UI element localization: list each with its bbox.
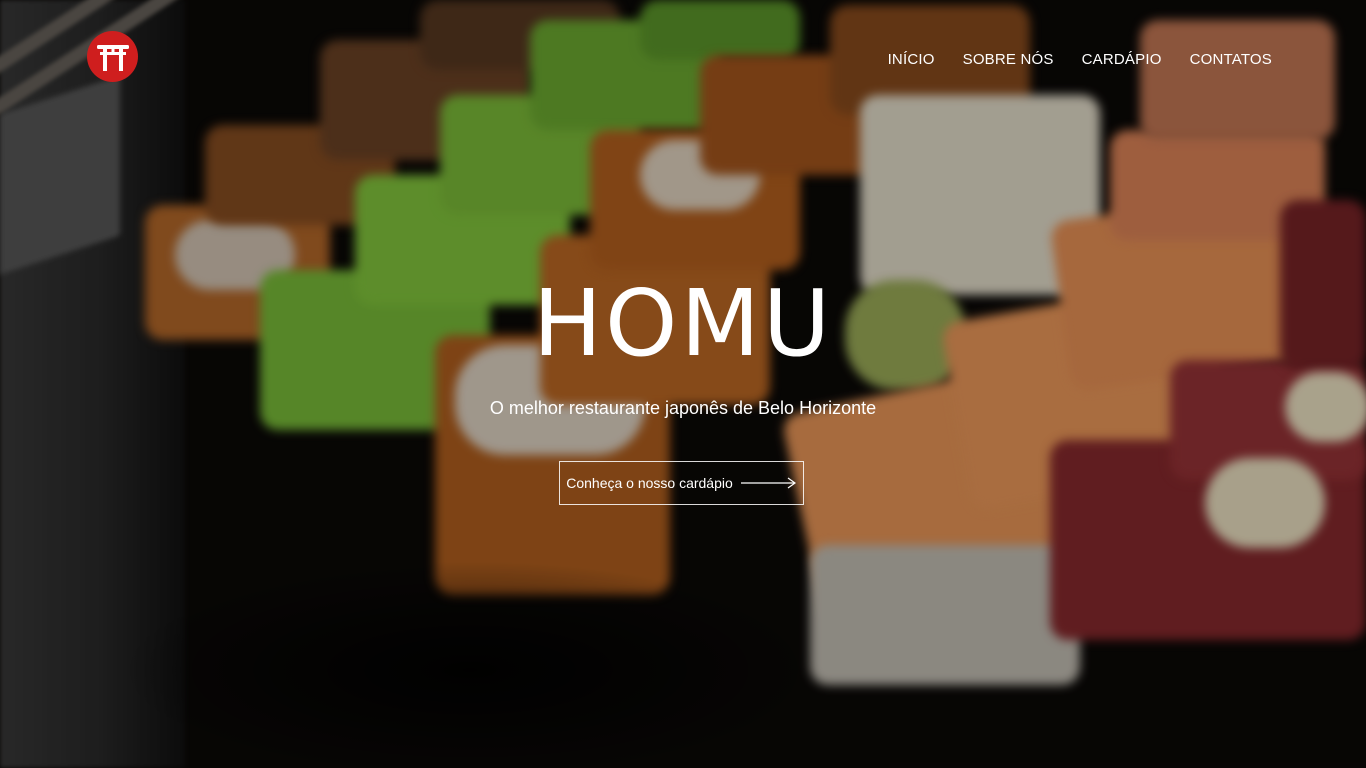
menu-cta-button[interactable]: Conheça o nosso cardápio bbox=[559, 461, 804, 505]
hero-overlay bbox=[0, 0, 1366, 768]
logo[interactable] bbox=[87, 31, 138, 82]
torii-gate-icon bbox=[96, 44, 129, 71]
main-nav: INÍCIO SOBRE NÓS CARDÁPIO CONTATOS bbox=[888, 50, 1272, 70]
hero-subtitle: O melhor restaurante japonês de Belo Hor… bbox=[489, 398, 877, 418]
nav-item-sobre-nos[interactable]: SOBRE NÓS bbox=[963, 50, 1054, 70]
hero-title-text: HOMU bbox=[532, 270, 834, 377]
nav-item-contatos[interactable]: CONTATOS bbox=[1190, 50, 1272, 70]
cta-label: Conheça o nosso cardápio bbox=[566, 475, 733, 491]
nav-item-inicio[interactable]: INÍCIO bbox=[888, 50, 935, 70]
nav-item-cardapio[interactable]: CARDÁPIO bbox=[1082, 50, 1162, 70]
hero-title: HOMU bbox=[0, 272, 1366, 376]
arrow-right-icon bbox=[740, 477, 797, 489]
hero-background-image bbox=[0, 0, 1366, 768]
